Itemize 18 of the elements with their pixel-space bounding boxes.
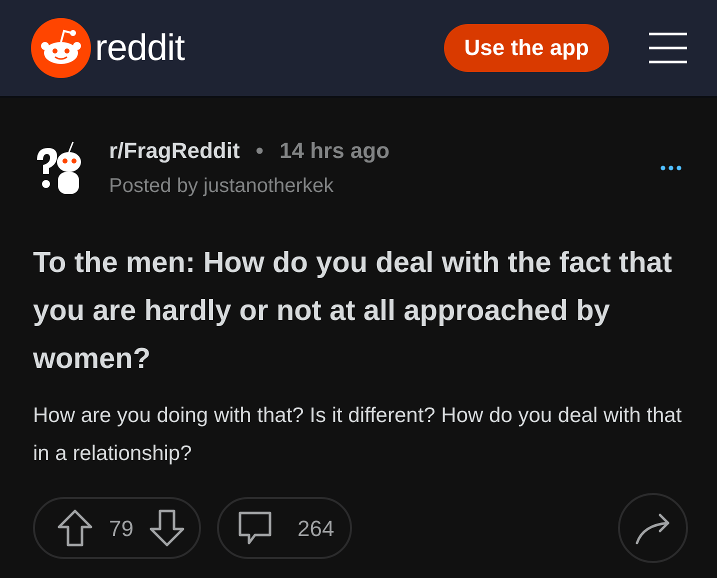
post-title: To the men: How do you deal with the fact that you are hardly or not at all approached by women? <box>33 246 674 377</box>
post-time: 14 hrs ago <box>280 137 390 165</box>
menu-icon[interactable] <box>649 32 687 64</box>
reddit-wordmark[interactable]: reddit <box>95 20 185 76</box>
comment-icon <box>237 510 274 546</box>
separator-dot: • <box>256 137 264 165</box>
upvote-icon[interactable] <box>57 509 93 547</box>
subreddit-link[interactable]: r/FragReddit <box>109 134 240 167</box>
share-button[interactable] <box>618 493 688 563</box>
post-body: How are you doing with that? Is it different? How do you deal with that in a relationship? <box>33 403 683 467</box>
comments-button[interactable]: 264 <box>217 497 352 559</box>
more-options-icon[interactable] <box>660 164 682 170</box>
use-app-button[interactable]: Use the app <box>444 24 609 72</box>
vote-count: 79 <box>109 514 134 542</box>
share-icon <box>635 511 671 545</box>
reddit-logo-icon <box>31 18 91 78</box>
author-line: Posted by justanotherkek <box>109 174 335 199</box>
downvote-icon[interactable] <box>149 509 186 547</box>
